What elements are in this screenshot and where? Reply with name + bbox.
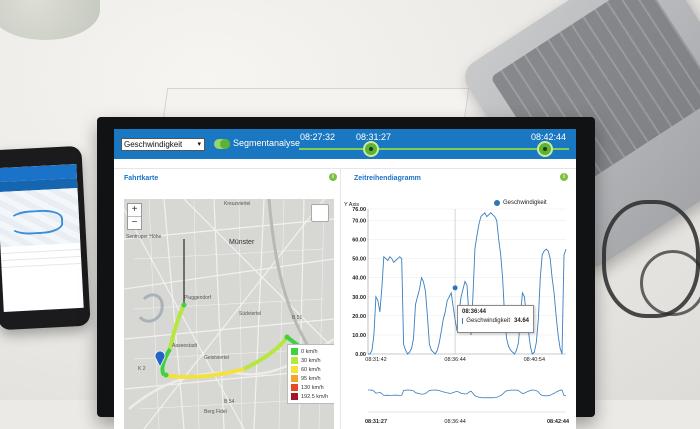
metric-select-value: Geschwindigkeit — [124, 140, 183, 149]
map-place-label: Aaseestadt — [172, 343, 198, 349]
navigator-tick-label: 08:31:27 — [365, 419, 387, 425]
phone-map — [0, 187, 81, 248]
tooltip-series-name: Geschwindigkeit — [466, 318, 510, 324]
map-place-label: Südviertel — [239, 311, 262, 317]
tooltip-swatch — [462, 318, 464, 324]
phone-screen — [0, 164, 84, 312]
chart-legend[interactable]: Geschwindigkeit — [494, 200, 547, 206]
legend-item: 0 km/h — [291, 347, 333, 356]
y-tick-label: 60.00 — [352, 238, 366, 244]
legend-dot — [494, 200, 500, 206]
panel-divider — [114, 168, 576, 169]
y-tick-label: 50.00 — [352, 257, 366, 263]
chart-info-icon[interactable]: i — [560, 173, 568, 181]
y-tick-label: 30.00 — [352, 295, 366, 301]
legend-item: 30 km/h — [291, 356, 333, 365]
navigator-tick-label: 08:42:44 — [547, 419, 570, 425]
x-tick-label: 08:40:54 — [524, 357, 545, 363]
slider-handle-end[interactable] — [539, 143, 551, 155]
map-zoom-controls: + − — [127, 203, 142, 230]
map-place-label: Geistviertel — [204, 355, 230, 361]
monitor: Geschwindigkeit ▾ Segmentanalyse 08:27:3… — [97, 117, 595, 429]
x-tick-label: 08:36:44 — [444, 357, 465, 363]
speed-legend: 0 km/h 30 km/h 60 km/h 95 km/h 130 km/h … — [287, 344, 334, 404]
map-road-label: K 2 — [138, 366, 146, 372]
legend-item: 130 km/h — [291, 383, 333, 392]
glasses-lens-decoration — [640, 250, 700, 316]
tooltip-value: 34.64 — [513, 318, 529, 324]
chevron-down-icon: ▾ — [197, 141, 201, 148]
chart-panel-title: Zeitreihendiagramm — [354, 175, 421, 182]
map-city-label: Münster — [229, 239, 255, 246]
y-tick-label: 10.00 — [352, 333, 366, 339]
highlight-point — [452, 285, 458, 291]
x-tick-label: 08:31:42 — [365, 357, 386, 363]
legend-item: 95 km/h — [291, 374, 333, 383]
time-start-label: 08:27:32 — [300, 132, 336, 142]
map-place-label: Sentruper Höhe — [126, 234, 162, 240]
route-map[interactable]: + − Kreuzviertel Sentruper Höhe Pluggend… — [124, 199, 334, 429]
slider-handle-start[interactable] — [365, 143, 377, 155]
zoom-in-button[interactable]: + — [128, 204, 141, 216]
map-place-label: Berg Fidel — [204, 409, 227, 415]
map-place-label: Pluggendorf — [184, 295, 211, 301]
phone-device — [0, 145, 91, 331]
zoom-out-button[interactable]: − — [128, 216, 141, 229]
tooltip-time: 08:36:44 — [462, 309, 487, 315]
metric-select[interactable]: Geschwindigkeit ▾ — [121, 138, 205, 151]
layers-icon[interactable] — [311, 204, 329, 222]
time-end-label: 08:42:44 — [531, 132, 567, 142]
navigator-tick-label: 08:36:44 — [444, 419, 465, 425]
timeseries-chart[interactable]: 76.00 70.00 60.00 50.00 40.00 30.00 20.00 10.00… — [344, 197, 572, 429]
map-place-label: Kreuzviertel — [224, 201, 251, 207]
segment-analysis-toggle[interactable] — [214, 139, 230, 149]
map-road-label: B 51 — [292, 315, 303, 321]
time-range-slider[interactable] — [299, 148, 569, 150]
legend-item: 60 km/h — [291, 365, 333, 374]
y-tick-label: 70.00 — [352, 218, 366, 224]
toolbar: Geschwindigkeit ▾ Segmentanalyse 08:27:3… — [114, 129, 576, 159]
y-axis-label: Y Axis — [344, 202, 360, 208]
time-selected-label: 08:31:27 — [356, 132, 392, 142]
segment-analysis-label: Segmentanalyse — [233, 138, 301, 148]
navigator-line — [368, 389, 567, 399]
app-screen: Geschwindigkeit ▾ Segmentanalyse 08:27:3… — [114, 129, 576, 429]
legend-label: Geschwindigkeit — [503, 200, 547, 206]
chart-tooltip: 08:36:44 Geschwindigkeit 34.64 — [457, 305, 534, 333]
map-info-icon[interactable]: i — [329, 173, 337, 181]
panel-separator — [340, 169, 341, 429]
map-panel-title: Fahrtkarte — [124, 175, 159, 182]
y-tick-label: 20.00 — [352, 314, 366, 320]
notebook-decoration — [162, 88, 470, 120]
y-tick-label: 40.00 — [352, 276, 366, 282]
